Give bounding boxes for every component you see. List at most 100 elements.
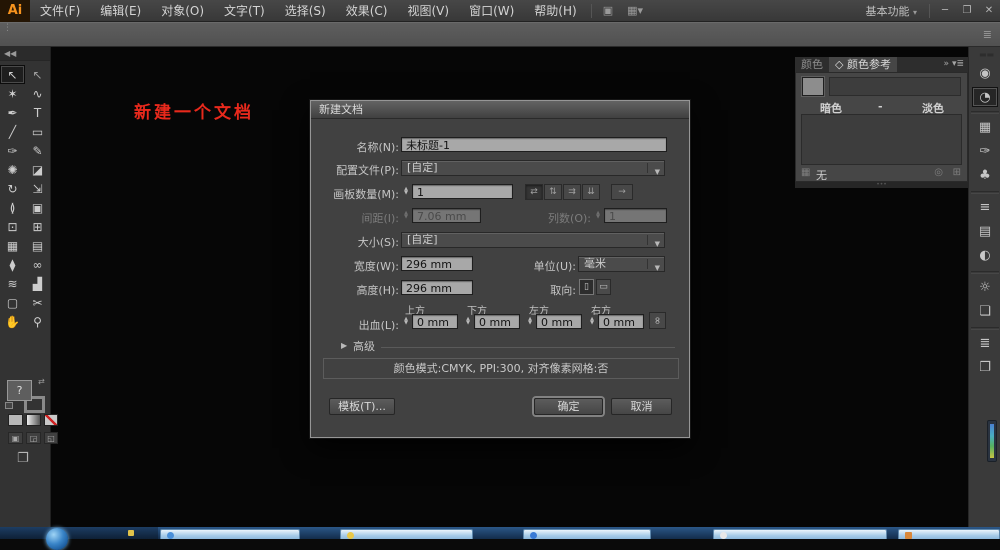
unit-dropdown[interactable]: 毫米	[578, 256, 665, 272]
menu-help[interactable]: 帮助(H)	[524, 0, 586, 22]
ok-button[interactable]: 确定	[534, 398, 603, 415]
dock-transparency-button[interactable]: ◐	[972, 245, 998, 265]
workspace-switcher[interactable]: 基本功能 ▾	[857, 3, 925, 19]
scale-tool[interactable]: ⇲	[25, 179, 50, 198]
limit-colors-icon[interactable]: ▦	[801, 167, 810, 178]
swap-fill-stroke-icon[interactable]: ⇄	[38, 377, 45, 386]
dock-graphic-styles-button[interactable]: ❏	[972, 301, 998, 321]
menu-edit[interactable]: 编辑(E)	[90, 0, 151, 22]
rectangle-tool[interactable]: ▭	[25, 122, 50, 141]
artboard-tool[interactable]: ▢	[0, 293, 25, 312]
gradient-button[interactable]	[26, 414, 41, 426]
menu-type[interactable]: 文字(T)	[214, 0, 275, 22]
artboard-count-input[interactable]: 1	[412, 184, 513, 199]
bleed-bottom-stepper[interactable]	[463, 314, 473, 329]
blend-tool[interactable]: ∞	[25, 255, 50, 274]
bleed-top-stepper[interactable]	[401, 314, 411, 329]
dock-gradient-button[interactable]: ▤	[972, 221, 998, 241]
dock-color-button[interactable]: ◉	[972, 63, 998, 83]
menu-object[interactable]: 对象(O)	[151, 0, 214, 22]
type-tool[interactable]: T	[25, 103, 50, 122]
lasso-tool[interactable]: ∿	[25, 84, 50, 103]
name-input[interactable]: 未标题-1	[401, 137, 667, 152]
menu-select[interactable]: 选择(S)	[275, 0, 336, 22]
minimize-button[interactable]: ─	[934, 0, 956, 22]
bleed-right-stepper[interactable]	[587, 314, 597, 329]
pencil-tool[interactable]: ✎	[25, 141, 50, 160]
eraser-tool[interactable]: ◪	[25, 160, 50, 179]
taskbar-window-2[interactable]	[340, 529, 473, 539]
bleed-left-input[interactable]: 0 mm	[536, 314, 582, 329]
blob-brush-tool[interactable]: ✺	[0, 160, 25, 179]
arrange-by-column-button[interactable]: ⇊	[582, 184, 600, 200]
bridge-icon[interactable]: ▣	[596, 4, 620, 17]
color-button[interactable]	[8, 414, 23, 426]
column-graph-tool[interactable]: ▟	[25, 274, 50, 293]
shape-builder-tool[interactable]: ⊡	[0, 217, 25, 236]
zoom-tool[interactable]: ⚲	[25, 312, 50, 331]
width-tool[interactable]: ≬	[0, 198, 25, 217]
eyedropper-tool[interactable]: ⧫	[0, 255, 25, 274]
selection-tool[interactable]: ↖	[0, 65, 25, 84]
close-button[interactable]: ✕	[978, 0, 1000, 22]
draw-behind-button[interactable]: ◲	[26, 432, 41, 444]
tab-color-guide[interactable]: ◇ 颜色参考	[829, 57, 897, 72]
fill-swatch[interactable]: ?	[7, 380, 32, 401]
template-button[interactable]: 模板(T)...	[329, 398, 395, 415]
default-fill-stroke-icon[interactable]	[5, 402, 13, 409]
taskbar-window-5[interactable]	[898, 529, 1000, 539]
grid-by-column-button[interactable]: ⇅	[544, 184, 562, 200]
grid-by-row-button[interactable]: ⇄	[525, 184, 543, 200]
line-segment-tool[interactable]: ╱	[0, 122, 25, 141]
symbol-sprayer-tool[interactable]: ≋	[0, 274, 25, 293]
tab-color[interactable]: 颜色	[795, 57, 829, 72]
menu-file[interactable]: 文件(F)	[30, 0, 90, 22]
link-bleed-values-button[interactable]: ∞	[649, 312, 666, 329]
bleed-top-input[interactable]: 0 mm	[412, 314, 458, 329]
dock-artboards-button[interactable]: ❐	[972, 357, 998, 377]
direct-selection-tool[interactable]: ↖	[25, 65, 50, 84]
advanced-expander-icon[interactable]: ▶	[341, 341, 347, 350]
edit-colors-icon[interactable]: ◎	[934, 167, 943, 178]
arrange-by-row-button[interactable]: ⇉	[563, 184, 581, 200]
dock-brushes-button[interactable]: ✑	[972, 141, 998, 161]
gradient-tool[interactable]: ▤	[25, 236, 50, 255]
tools-collapse-button[interactable]: ◀◀	[0, 47, 50, 61]
portrait-button[interactable]: ▯	[579, 279, 594, 295]
profile-dropdown[interactable]: [自定]	[401, 160, 665, 176]
menu-view[interactable]: 视图(V)	[397, 0, 459, 22]
taskbar-window-4[interactable]	[713, 529, 887, 539]
base-color-swatch[interactable]	[802, 77, 824, 96]
rotate-tool[interactable]: ↻	[0, 179, 25, 198]
control-panel-menu-icon[interactable]: ≣	[983, 28, 992, 41]
quicklaunch-icon[interactable]	[128, 530, 134, 536]
width-input[interactable]: 296 mm	[401, 256, 473, 271]
panel-grip-icon[interactable]: ⋮	[3, 26, 12, 31]
save-color-group-icon[interactable]: ⊞	[953, 167, 961, 178]
arrange-documents-icon[interactable]: ▦▾	[620, 4, 650, 17]
start-button[interactable]	[46, 528, 68, 550]
paintbrush-tool[interactable]: ✑	[0, 141, 25, 160]
dock-swatches-button[interactable]: ▦	[972, 117, 998, 137]
restore-button[interactable]: ❐	[956, 0, 978, 22]
taskbar-window-3[interactable]	[523, 529, 651, 539]
mesh-tool[interactable]: ▦	[0, 236, 25, 255]
menu-window[interactable]: 窗口(W)	[459, 0, 524, 22]
perspective-grid-tool[interactable]: ⊞	[25, 217, 50, 236]
dock-appearance-button[interactable]: ☼	[972, 277, 998, 297]
dock-symbols-button[interactable]: ♣	[972, 165, 998, 185]
height-input[interactable]: 296 mm	[401, 280, 473, 295]
pen-tool[interactable]: ✒	[0, 103, 25, 122]
advanced-label[interactable]: 高级	[353, 338, 375, 354]
size-dropdown[interactable]: [自定]	[401, 232, 665, 248]
panel-menu-icon[interactable]: ▾≣	[952, 59, 964, 69]
taskbar-window-1[interactable]	[160, 529, 300, 539]
cancel-button[interactable]: 取消	[611, 398, 672, 415]
free-transform-tool[interactable]: ▣	[25, 198, 50, 217]
landscape-button[interactable]: ▭	[596, 279, 611, 295]
menu-effect[interactable]: 效果(C)	[336, 0, 398, 22]
none-button[interactable]	[44, 414, 58, 426]
slice-tool[interactable]: ✂	[25, 293, 50, 312]
dock-layers-button[interactable]: ≣	[972, 333, 998, 353]
bleed-bottom-input[interactable]: 0 mm	[474, 314, 520, 329]
